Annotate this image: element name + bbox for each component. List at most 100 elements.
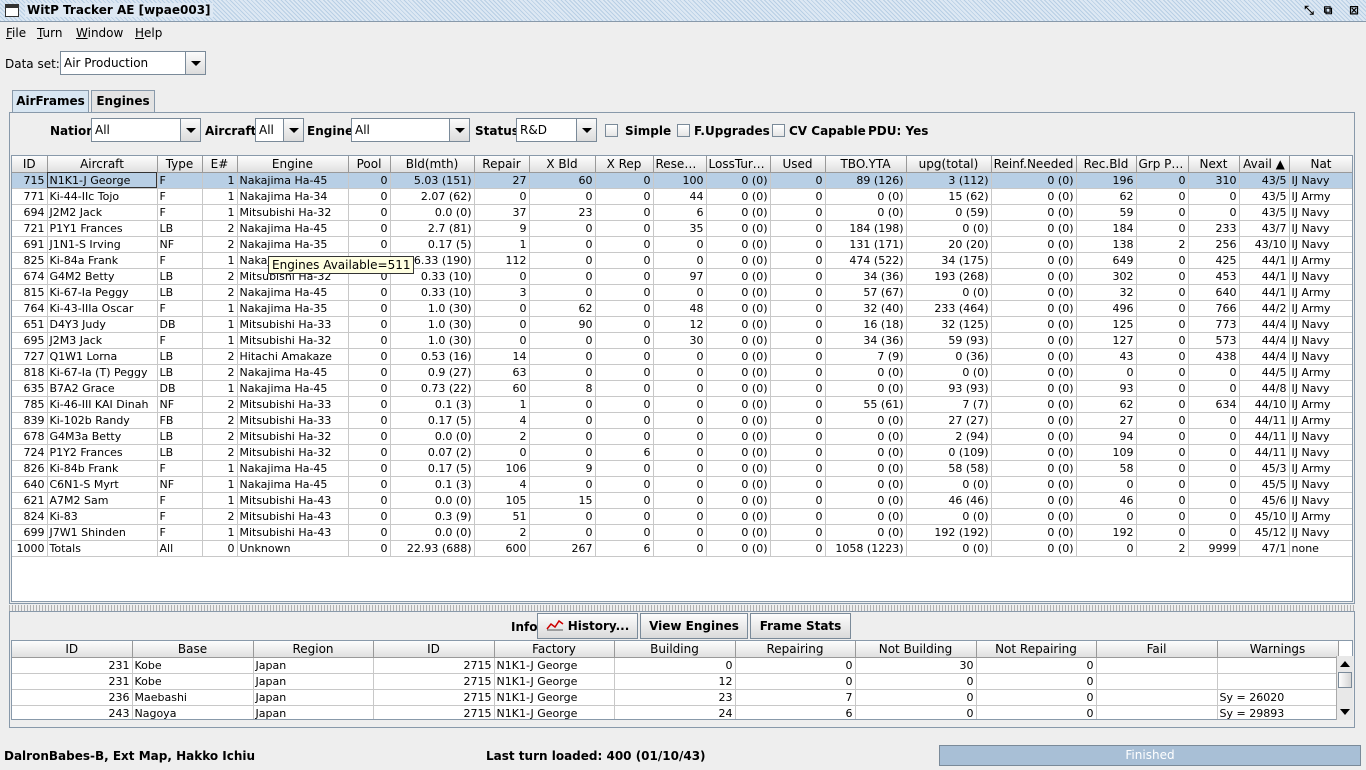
column-header[interactable]: X Bld [529, 156, 596, 173]
column-header[interactable]: upg(total) [906, 156, 992, 173]
column-header[interactable]: ID [12, 641, 133, 658]
chevron-down-icon[interactable] [283, 119, 303, 141]
tab-airframes[interactable]: AirFrames [12, 90, 89, 112]
table-row[interactable]: 818 Ki-67-Ia (T) Peggy LB 2 Nakajima Ha-45 0 0… [12, 364, 1352, 381]
scroll-up-icon[interactable] [1340, 661, 1350, 667]
column-header[interactable]: Resear... [653, 156, 707, 173]
column-header[interactable]: Building [614, 641, 736, 658]
table-row[interactable]: 824 Ki-83 F 2 Mitsubishi Ha-43 0 0.3 (9) 51 0 0 0 0… [12, 508, 1352, 525]
column-header[interactable]: Base [132, 641, 254, 658]
chevron-down-icon[interactable] [185, 52, 205, 74]
table-cell: 2.07 (62) [390, 188, 475, 205]
table-row[interactable]: 839 Ki-102b Randy FB 2 Mitsubishi Ha-33 0 0.17… [12, 412, 1352, 429]
table-row[interactable]: 825Ki-84a FrankF1Nakajima Ha-4506.33 (19… [12, 252, 1352, 269]
menu-help[interactable]: Help [135, 26, 162, 40]
column-header[interactable]: Warnings [1217, 641, 1339, 658]
column-header[interactable]: Factory [494, 641, 615, 658]
column-header[interactable]: LossTurn... [706, 156, 771, 173]
scroll-down-icon[interactable] [1340, 709, 1350, 715]
close-icon[interactable]: ⊠ [1346, 3, 1362, 18]
menu-window[interactable]: Window [76, 26, 123, 40]
table-row[interactable]: 695 J2M3 Jack F 1 Mitsubishi Ha-32 0 1.0 (30) 0… [12, 332, 1352, 349]
vertical-scrollbar[interactable] [1336, 656, 1353, 720]
table-row[interactable]: 699 J7W1 Shinden F 1 Mitsubishi Ha-43 0 0.0 (0… [12, 524, 1352, 541]
table-cell: G4M3a Betty [47, 428, 158, 445]
column-header[interactable]: Grp Pla... [1136, 156, 1189, 173]
table-row[interactable]: 826 Ki-84b Frank F 1 Nakajima Ha-45 0 0.17 (5)… [12, 460, 1352, 477]
column-header[interactable]: Not Building [855, 641, 977, 658]
dataset-combo[interactable]: Air Production [60, 51, 206, 75]
column-header[interactable]: Used [770, 156, 826, 173]
table-row[interactable]: 674 G4M2 Betty LB 2 Mitsubishi Ha-32 0 0.33 (1… [12, 268, 1352, 285]
table-row[interactable]: 236 Maebashi Japan 2715 N1K1-J George 23 7 0 0 Sy… [12, 689, 1339, 706]
column-header[interactable]: E# [202, 156, 238, 173]
chevron-down-icon[interactable] [180, 119, 200, 141]
chevron-down-icon[interactable] [576, 119, 596, 141]
history-button[interactable]: History... [537, 613, 638, 639]
frame-stats-button[interactable]: Frame Stats [750, 613, 851, 639]
column-header[interactable]: Type [157, 156, 203, 173]
column-header[interactable]: Not Repairing [976, 641, 1097, 658]
table-cell: 44/4 [1239, 316, 1290, 333]
table-row[interactable]: 727 Q1W1 Lorna LB 2 Hitachi Amakaze 0 0.53 (16… [12, 348, 1352, 365]
table-row[interactable]: 651 D4Y3 Judy DB 1 Mitsubishi Ha-33 0 1.0 (30)… [12, 316, 1352, 333]
table-cell: 0 [348, 460, 391, 477]
table-row[interactable]: 764 Ki-43-IIIa Oscar F 1 Nakajima Ha-35 0 1.0 … [12, 300, 1352, 317]
column-header[interactable]: Fail [1096, 641, 1218, 658]
simple-checkbox[interactable] [605, 124, 618, 137]
table-cell: 0 [1136, 300, 1189, 317]
column-header[interactable]: Repairing [735, 641, 856, 658]
column-header[interactable]: X Rep [595, 156, 654, 173]
column-header[interactable]: Rec.Bld [1076, 156, 1137, 173]
table-cell: 0 [770, 364, 826, 381]
table-row[interactable]: 1000 Totals All 0 Unknown 0 22.93 (688) 600 267 6… [12, 540, 1352, 557]
table-row[interactable]: 815 Ki-67-Ia Peggy LB 2 Nakajima Ha-45 0 0.33 … [12, 284, 1352, 301]
column-header[interactable]: Aircraft [47, 156, 158, 173]
column-header[interactable]: Engine [237, 156, 349, 173]
cv-capable-checkbox[interactable] [772, 124, 785, 137]
status-combo[interactable]: R&D [516, 118, 597, 142]
table-row[interactable]: 771 Ki-44-IIc Tojo F 1 Nakajima Ha-34 0 2.07 (… [12, 188, 1352, 205]
column-header[interactable]: Bld(mth) [390, 156, 475, 173]
column-header[interactable]: Region [253, 641, 374, 658]
table-row[interactable]: 243 Nagoya Japan 2715 N1K1-J George 24 6 0 0 Sy =… [12, 705, 1339, 719]
column-header[interactable]: TBO.YTA [825, 156, 907, 173]
aircraft-combo[interactable]: All [255, 118, 304, 142]
maximize-icon[interactable]: ⧉ [1320, 3, 1336, 18]
fupgrades-checkbox[interactable] [677, 124, 690, 137]
table-row[interactable]: 715 N1K1-J George F 1 Nakajima Ha-45 0 5.03 (1… [12, 172, 1352, 189]
chevron-down-icon[interactable] [449, 119, 469, 141]
nation-combo[interactable]: All [91, 118, 201, 142]
column-header[interactable]: Nat [1289, 156, 1352, 173]
column-header[interactable]: Avail ▲ [1239, 156, 1290, 173]
engine-combo[interactable]: All [351, 118, 470, 142]
scroll-thumb[interactable] [1338, 672, 1352, 688]
table-cell: 0 (0) [706, 188, 771, 205]
table-cell: 0 [529, 396, 596, 413]
table-row[interactable]: 691 J1N1-S Irving NF 2 Nakajima Ha-35 0 0.17 (… [12, 236, 1352, 253]
table-row[interactable]: 635 B7A2 Grace DB 1 Nakajima Ha-45 0 0.73 (22)… [12, 380, 1352, 397]
table-row[interactable]: 694 J2M2 Jack F 1 Mitsubishi Ha-32 0 0.0 (0) 37… [12, 204, 1352, 221]
view-engines-button[interactable]: View Engines [640, 613, 748, 639]
column-header[interactable]: Pool [348, 156, 391, 173]
table-row[interactable]: 724 P1Y2 Frances LB 2 Mitsubishi Ha-32 0 0.07 … [12, 444, 1352, 461]
column-header[interactable]: ID [373, 641, 495, 658]
table-row[interactable]: 678 G4M3a Betty LB 2 Mitsubishi Ha-32 0 0.0 (0… [12, 428, 1352, 445]
menu-file[interactable]: File [6, 26, 26, 40]
column-header[interactable]: ID [12, 156, 48, 173]
table-cell: 0 [595, 268, 654, 285]
table-row[interactable]: 640 C6N1-S Myrt NF 1 Nakajima Ha-45 0 0.1 (3) 4… [12, 476, 1352, 493]
table-row[interactable]: 231 Kobe Japan 2715 N1K1-J George 12 0 0 0 [12, 673, 1339, 690]
column-header[interactable]: Next [1188, 156, 1240, 173]
column-header[interactable]: Repair [474, 156, 530, 173]
minimize-icon[interactable]: ⤡ [1301, 3, 1317, 18]
column-header[interactable]: Reinf.Needed [991, 156, 1077, 173]
table-row[interactable]: 231 Kobe Japan 2715 N1K1-J George 0 0 30 0 [12, 657, 1339, 674]
tab-engines[interactable]: Engines [91, 90, 155, 112]
table-row[interactable]: 721 P1Y1 Frances LB 2 Nakajima Ha-45 0 2.7 (81… [12, 220, 1352, 237]
table-row[interactable]: 621 A7M2 Sam F 1 Mitsubishi Ha-43 0 0.0 (0) 105… [12, 492, 1352, 509]
table-row[interactable]: 785 Ki-46-III KAI Dinah NF 2 Mitsubishi Ha-3… [12, 396, 1352, 413]
menu-turn[interactable]: Turn [37, 26, 62, 40]
table-cell: 97 [653, 268, 707, 285]
airframes-table: ID Aircraft Type E# Engine Pool Bld(mth) Repair… [11, 155, 1353, 602]
